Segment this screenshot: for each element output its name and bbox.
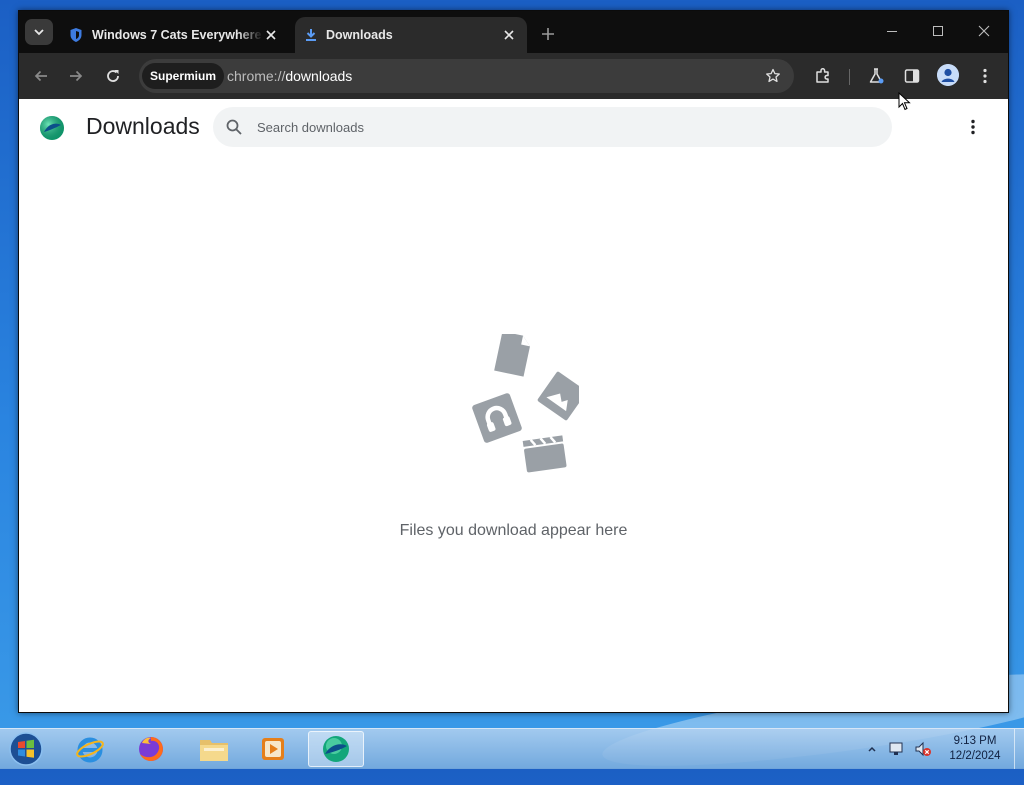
arrow-right-icon <box>70 70 83 82</box>
tray-expand-chevron-icon[interactable] <box>866 741 878 757</box>
show-desktop-button[interactable] <box>1014 729 1024 769</box>
flask-icon <box>869 68 884 84</box>
supermium-icon <box>323 736 349 762</box>
network-icon[interactable] <box>888 741 906 757</box>
tab-search-button[interactable] <box>25 19 53 45</box>
image-icon <box>537 371 579 421</box>
window-close-button[interactable] <box>961 11 1007 51</box>
more-vert-icon <box>983 68 987 84</box>
tab-downloads[interactable]: Downloads <box>295 17 527 53</box>
minimize-button[interactable] <box>869 11 915 51</box>
puzzle-icon <box>816 67 829 83</box>
search-box[interactable] <box>213 107 892 147</box>
browser-toolbar: Supermium chrome://downloads <box>19 53 1008 99</box>
taskbar-media-player[interactable] <box>245 731 301 767</box>
url-scheme: chrome:// <box>227 68 286 84</box>
taskbar-internet-explorer[interactable] <box>62 731 118 767</box>
url-text[interactable]: chrome://downloads <box>227 59 352 93</box>
back-button[interactable] <box>27 62 55 90</box>
browser-menu-button[interactable] <box>971 62 999 90</box>
close-icon <box>978 25 990 37</box>
side-panel-icon <box>904 69 920 83</box>
close-icon[interactable] <box>501 27 517 43</box>
tab-strip: Windows 7 Cats Everywhere Th Downloads <box>19 11 1008 53</box>
browser-window: Windows 7 Cats Everywhere Th Downloads S… <box>18 10 1009 713</box>
close-icon[interactable] <box>263 27 279 43</box>
minimize-icon <box>887 31 897 32</box>
empty-downloads-illustration <box>472 334 579 473</box>
url-host: downloads <box>285 68 353 84</box>
maximize-button[interactable] <box>915 11 961 51</box>
clock-time: 9:13 PM <box>953 735 997 747</box>
firefox-icon <box>139 737 163 761</box>
maximize-icon <box>933 26 943 36</box>
taskbar-firefox[interactable] <box>123 731 179 767</box>
shield-icon <box>70 28 82 42</box>
tab-title: Downloads <box>326 28 393 42</box>
taskbar-clock[interactable]: 9:13 PM 12/2/2024 <box>940 734 1010 764</box>
side-panel-button[interactable] <box>898 62 926 90</box>
forward-button[interactable] <box>62 62 90 90</box>
profile-avatar[interactable] <box>937 64 959 86</box>
toolbar-divider <box>849 69 850 85</box>
volume-muted-icon[interactable] <box>914 741 932 757</box>
more-vert-icon <box>971 119 975 135</box>
supermium-logo <box>39 115 65 141</box>
bookmark-star-icon[interactable] <box>762 65 784 87</box>
video-clapper-icon <box>522 435 567 473</box>
download-icon <box>306 29 316 41</box>
start-button[interactable] <box>6 730 46 768</box>
document-icon <box>494 334 530 377</box>
person-icon <box>937 64 959 86</box>
media-player-icon <box>262 738 284 760</box>
chevron-down-icon <box>34 29 44 36</box>
downloads-page: Downloads Search downloads Files you dow… <box>19 99 1008 712</box>
labs-button[interactable] <box>862 62 890 90</box>
extensions-button[interactable] <box>809 62 837 90</box>
search-input[interactable] <box>257 107 857 147</box>
taskbar-file-explorer[interactable] <box>186 731 242 767</box>
tab-windows7-cats[interactable]: Windows 7 Cats Everywhere Th <box>59 17 289 53</box>
search-icon <box>226 119 242 135</box>
windows-orb-icon <box>9 732 43 766</box>
tab-title: Windows 7 Cats Everywhere Th <box>92 28 263 42</box>
mouse-cursor-icon <box>898 92 911 111</box>
taskbar-supermium[interactable] <box>308 731 364 767</box>
folder-icon <box>200 740 228 761</box>
internet-explorer-icon <box>76 737 104 763</box>
clock-date: 12/2/2024 <box>949 750 1001 762</box>
arrow-left-icon <box>34 70 47 82</box>
plus-icon <box>542 28 554 40</box>
page-title: Downloads <box>86 113 200 139</box>
taskbar: 9:13 PM 12/2/2024 <box>0 728 1024 769</box>
site-info-chip[interactable]: Supermium <box>142 63 225 89</box>
new-tab-button[interactable] <box>537 23 559 45</box>
audio-file-icon <box>472 393 522 443</box>
page-menu-button[interactable] <box>961 115 985 139</box>
reload-icon <box>107 70 119 82</box>
empty-state-message: Files you download appear here <box>399 522 628 539</box>
address-bar[interactable]: Supermium chrome://downloads <box>139 59 794 93</box>
reload-button[interactable] <box>99 62 127 90</box>
